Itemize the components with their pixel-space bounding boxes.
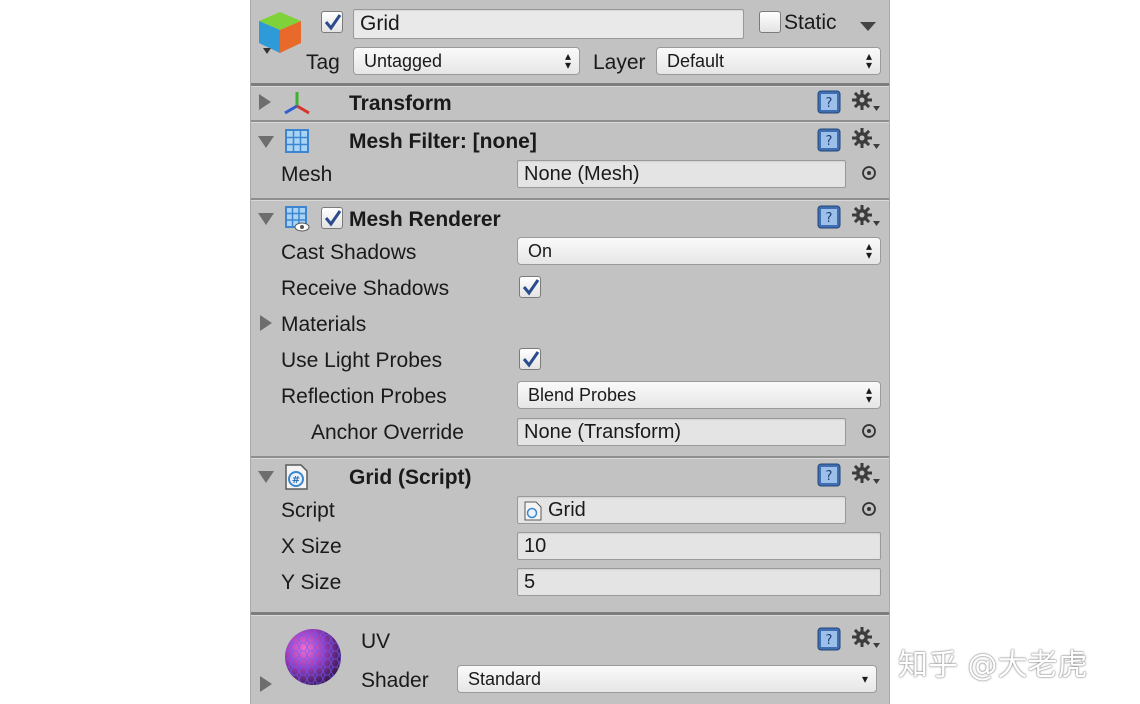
anchor-override-label: Anchor Override <box>311 421 464 444</box>
mesh-renderer-title: Mesh Renderer <box>349 208 501 231</box>
static-checkbox[interactable] <box>759 11 781 33</box>
cast-shadows-value: On <box>528 241 553 261</box>
section-divider <box>251 83 889 87</box>
anchor-override-picker-icon[interactable] <box>861 423 877 444</box>
section-divider <box>251 198 889 201</box>
mesh-renderer-foldout-arrow-icon[interactable] <box>258 213 274 225</box>
shader-dropdown[interactable]: Standard ▾ <box>457 665 877 693</box>
material-settings-gear-icon[interactable] <box>851 626 881 657</box>
active-checkbox[interactable] <box>321 11 343 33</box>
transform-settings-gear-icon[interactable] <box>851 89 881 120</box>
inspector-panel: Grid Static Tag Untagged ▴ ▾ Layer Defaul… <box>250 0 890 704</box>
materials-label[interactable]: Materials <box>281 314 366 335</box>
mesh-filter-title: Mesh Filter: [none] <box>349 130 537 153</box>
mesh-renderer-help-icon[interactable]: ? <box>817 204 843 235</box>
script-file-icon <box>524 501 542 528</box>
mesh-filter-help-icon[interactable]: ? <box>817 127 843 158</box>
grid-script-foldout-arrow-icon[interactable] <box>258 471 274 483</box>
transform-title: Transform <box>349 92 452 115</box>
svg-text:#: # <box>292 475 300 486</box>
transform-help-icon[interactable]: ? <box>817 89 843 120</box>
mesh-object-field[interactable]: None (Mesh) <box>517 160 846 188</box>
tag-dropdown[interactable]: Untagged ▴ ▾ <box>353 47 580 75</box>
dropdown-arrows-icon: ▴ ▾ <box>865 49 872 72</box>
script-picker-icon[interactable] <box>861 501 877 522</box>
mesh-filter-grid-icon <box>284 128 310 159</box>
layer-dropdown[interactable]: Default ▴ ▾ <box>656 47 881 75</box>
mesh-filter-settings-gear-icon[interactable] <box>851 127 881 158</box>
tag-label: Tag <box>306 51 340 74</box>
section-divider <box>251 456 889 459</box>
watermark-text: 知乎 @大老虎 <box>898 648 1088 683</box>
reflection-probes-dropdown[interactable]: Blend Probes ▴ ▾ <box>517 381 881 409</box>
y-size-field[interactable]: 5 <box>517 568 881 596</box>
use-light-probes-checkbox[interactable] <box>519 348 541 370</box>
dropdown-arrows-icon: ▴ ▾ <box>865 239 872 262</box>
x-size-field[interactable]: 10 <box>517 532 881 560</box>
receive-shadows-label: Receive Shadows <box>281 277 450 300</box>
mesh-renderer-enabled-checkbox[interactable] <box>321 207 343 229</box>
static-dropdown-arrow-icon[interactable] <box>860 19 876 37</box>
material-sphere-preview[interactable] <box>283 627 343 692</box>
receive-shadows-checkbox[interactable] <box>519 276 541 298</box>
static-label: Static <box>784 11 837 34</box>
section-divider <box>251 612 889 616</box>
mesh-label: Mesh <box>281 163 333 186</box>
use-light-probes-label: Use Light Probes <box>281 349 443 372</box>
svg-text:?: ? <box>826 211 833 226</box>
material-help-icon[interactable]: ? <box>817 626 843 657</box>
grid-script-help-icon[interactable]: ? <box>817 462 843 493</box>
layer-label: Layer <box>593 51 646 74</box>
anchor-override-field[interactable]: None (Transform) <box>517 418 846 446</box>
svg-text:?: ? <box>826 633 833 648</box>
material-name: UV <box>361 630 391 653</box>
svg-text:?: ? <box>826 134 833 149</box>
grid-script-settings-gear-icon[interactable] <box>851 462 881 493</box>
material-foldout-arrow-icon[interactable] <box>260 676 272 692</box>
dropdown-arrows-icon: ▴ ▾ <box>865 383 872 406</box>
cast-shadows-dropdown[interactable]: On ▴ ▾ <box>517 237 881 265</box>
script-label: Script <box>281 499 335 522</box>
csharp-script-icon: # <box>284 463 310 496</box>
section-divider <box>251 120 889 123</box>
y-size-label: Y Size <box>281 571 342 594</box>
mesh-filter-foldout-arrow-icon[interactable] <box>258 136 274 148</box>
script-value: Grid <box>548 499 586 521</box>
shader-value: Standard <box>468 669 542 689</box>
shader-label: Shader <box>361 669 429 692</box>
transform-foldout-arrow-icon[interactable] <box>259 94 271 110</box>
x-size-label: X Size <box>281 535 342 558</box>
object-name-field[interactable]: Grid <box>353 9 744 39</box>
reflection-probes-label: Reflection Probes <box>281 385 447 408</box>
transform-axes-icon <box>283 90 311 121</box>
svg-text:?: ? <box>826 96 833 111</box>
grid-script-title: Grid (Script) <box>349 466 472 489</box>
dropdown-arrow-icon: ▾ <box>861 671 868 686</box>
gameobject-cube-icon <box>257 10 303 56</box>
dropdown-arrows-icon: ▴ ▾ <box>564 49 571 72</box>
mesh-renderer-settings-gear-icon[interactable] <box>851 204 881 235</box>
tag-dropdown-value: Untagged <box>364 51 443 71</box>
layer-dropdown-value: Default <box>667 51 725 71</box>
materials-foldout-arrow-icon[interactable] <box>260 315 272 331</box>
cast-shadows-label: Cast Shadows <box>281 241 417 264</box>
mesh-object-picker-icon[interactable] <box>861 165 877 186</box>
script-object-field[interactable]: Grid <box>517 496 846 524</box>
svg-text:?: ? <box>826 469 833 484</box>
reflection-probes-value: Blend Probes <box>528 385 637 405</box>
mesh-renderer-icon <box>284 205 310 238</box>
